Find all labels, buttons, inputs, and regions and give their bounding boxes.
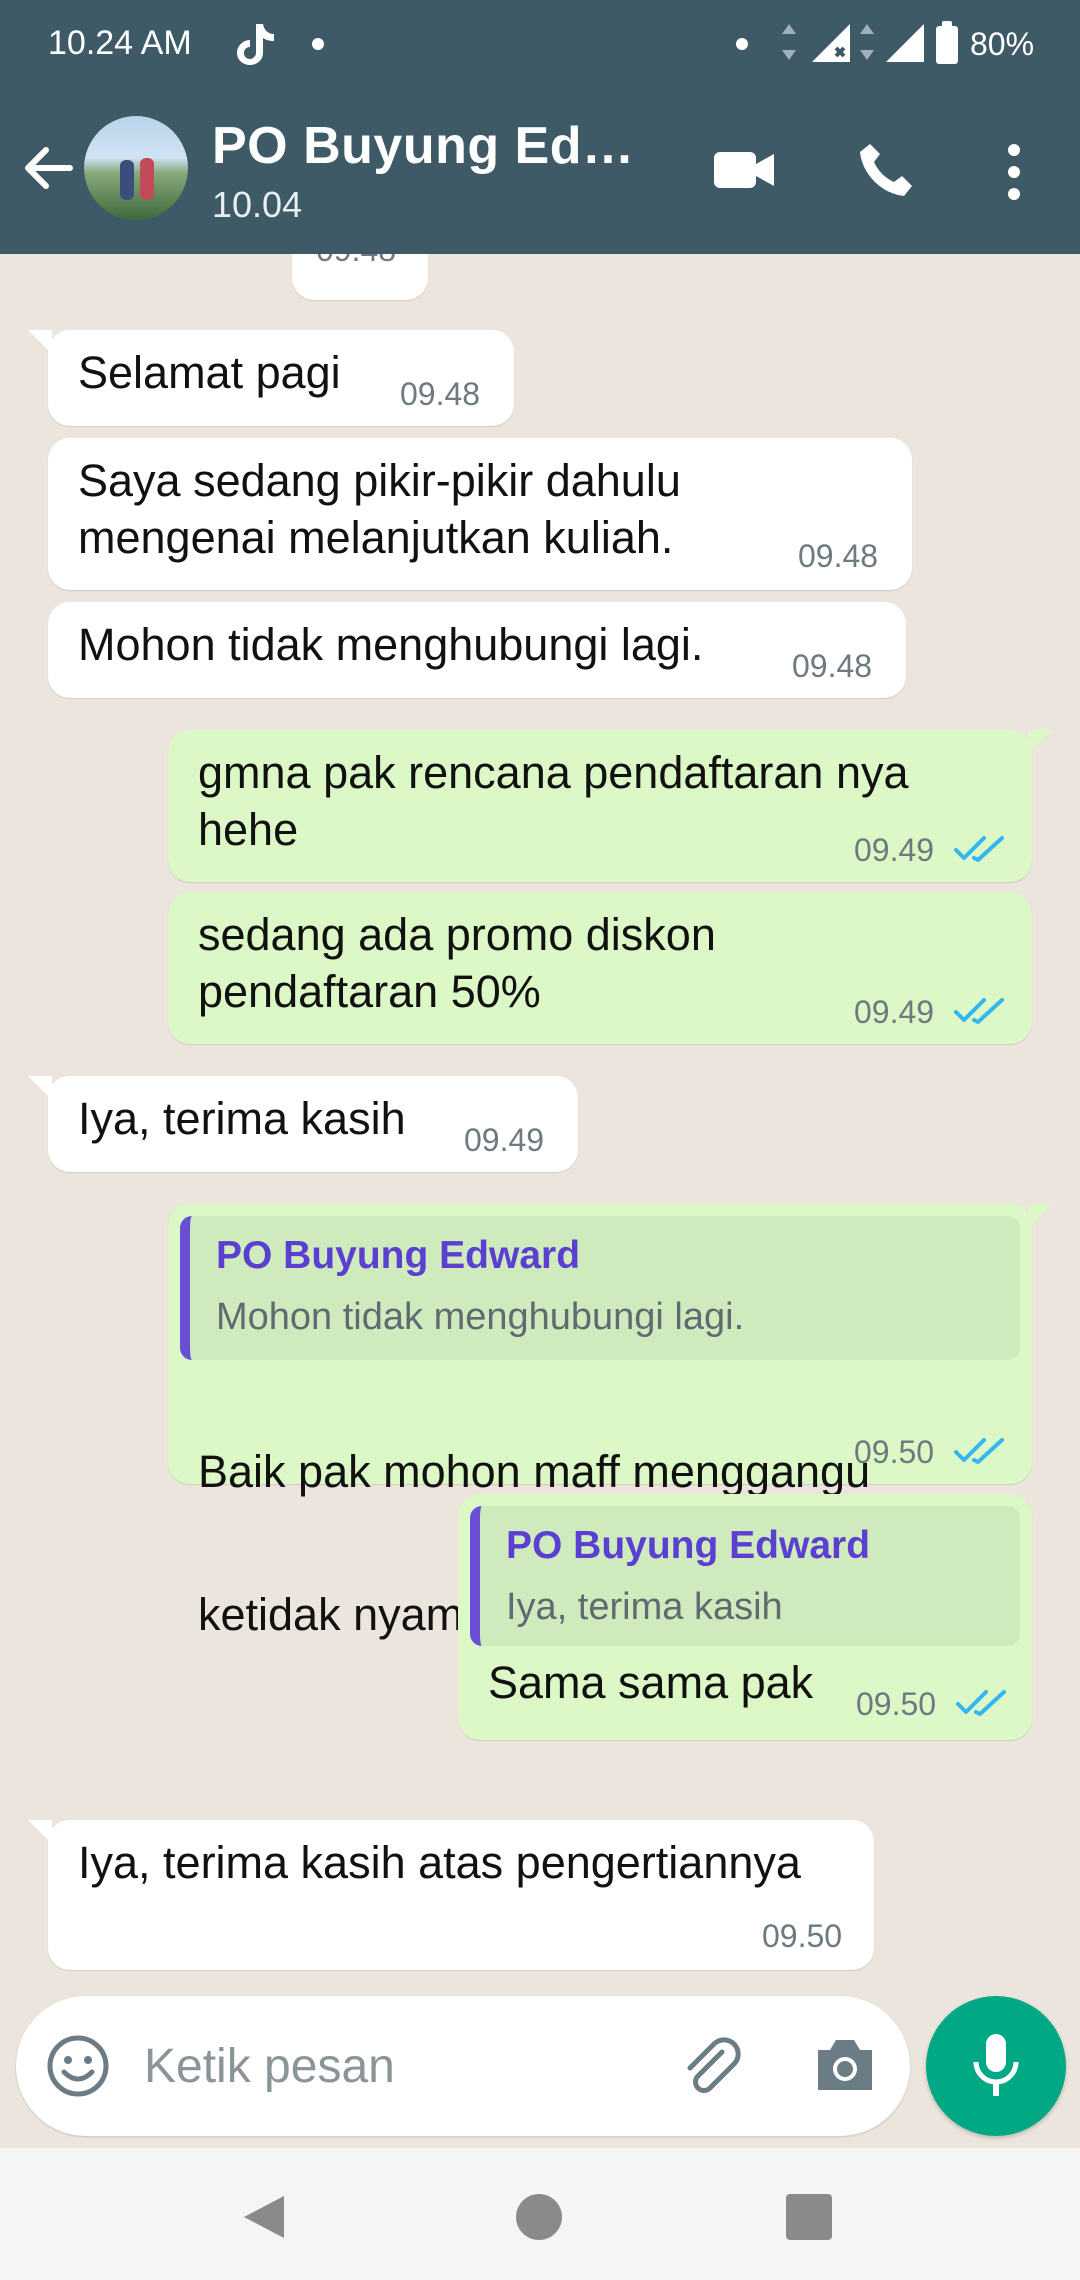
signal-icon — [812, 24, 850, 62]
message-time: 09.50 — [854, 1434, 935, 1470]
video-call-icon[interactable] — [712, 148, 776, 192]
message-bubble-outgoing[interactable]: sedang ada promo diskon pendaftaran 50% … — [168, 892, 1032, 1044]
more-vert-icon[interactable] — [996, 142, 1032, 202]
nav-back-icon[interactable] — [240, 2192, 288, 2242]
emoji-icon[interactable] — [46, 2034, 110, 2098]
system-navigation-bar — [0, 2148, 1080, 2280]
quote-author: PO Buyung Edward — [216, 1234, 581, 1277]
notification-dot — [312, 38, 324, 50]
message-text: Iya, terima kasih atas pengertiannya — [78, 1837, 801, 1888]
status-time: 10.24 AM — [48, 24, 192, 62]
quote-author: PO Buyung Edward — [506, 1524, 871, 1567]
tiktok-icon — [237, 24, 274, 65]
chat-area[interactable]: 09.48 Selamat pagi 09.48 Saya sedang pik… — [0, 254, 1080, 1990]
message-text: sedang ada promo diskon pendaftaran 50% — [198, 909, 716, 1017]
double-check-icon — [954, 1438, 1004, 1464]
last-seen: 10.04 — [212, 184, 303, 225]
message-text: Mohon tidak menghubungi lagi. — [78, 619, 704, 670]
message-text: Selamat pagi — [78, 347, 341, 398]
message-time: 09.48 — [400, 376, 481, 412]
avatar[interactable] — [84, 116, 188, 220]
notification-dot — [736, 38, 748, 50]
data-arrows-icon — [860, 24, 874, 60]
message-bubble-incoming[interactable]: Mohon tidak menghubungi lagi. 09.48 — [48, 602, 906, 698]
double-check-icon — [954, 836, 1004, 862]
message-text: Saya sedang pikir-pikir dahulu mengenai … — [78, 455, 681, 563]
mic-icon — [973, 2034, 1019, 2096]
quote-text: Iya, terima kasih — [506, 1586, 783, 1628]
mic-button[interactable] — [926, 1996, 1066, 2136]
message-time: 09.49 — [854, 994, 935, 1030]
signal-icon — [886, 24, 924, 62]
message-text: Sama sama pak — [488, 1657, 814, 1708]
message-bubble-incoming[interactable]: Selamat pagi 09.48 — [28, 330, 514, 426]
camera-icon[interactable] — [812, 2034, 878, 2094]
battery-icon — [936, 21, 958, 64]
message-bubble-incoming[interactable]: 09.48 — [292, 254, 428, 300]
message-time: 09.48 — [798, 538, 879, 574]
message-bubble-incoming[interactable]: Iya, terima kasih 09.49 — [28, 1076, 578, 1172]
message-time: 09.49 — [464, 1122, 545, 1158]
message-text: Iya, terima kasih — [78, 1093, 406, 1144]
nav-recents-icon[interactable] — [786, 2194, 832, 2240]
message-line: Baik pak mohon maff menggangu — [198, 1446, 871, 1497]
message-bubble-outgoing[interactable]: PO Buyung Edward Mohon tidak menghubungi… — [168, 1204, 1052, 1644]
double-check-icon — [954, 998, 1004, 1024]
message-time: 09.49 — [854, 832, 935, 868]
message-composer — [16, 1996, 910, 2136]
message-text: gmna pak rencana pendaftaran nya hehe — [198, 747, 909, 855]
message-time: 09.48 — [792, 648, 873, 684]
contact-name[interactable]: PO Buyung Edwa... — [212, 116, 672, 176]
top-bar: 10.24 AM 80% PO Buyung Edwa... 10.04 — [0, 0, 1080, 254]
phone-icon[interactable] — [856, 140, 916, 200]
reply-quote[interactable]: PO Buyung Edward Iya, terima kasih — [470, 1506, 1020, 1646]
message-time: 09.50 — [762, 1918, 843, 1954]
chat-header: PO Buyung Edwa... 10.04 — [0, 100, 1080, 254]
attach-icon[interactable] — [676, 2032, 746, 2102]
message-time: 09.50 — [856, 1686, 937, 1722]
message-time: 09.48 — [316, 254, 396, 269]
message-bubble-incoming[interactable]: Iya, terima kasih atas pengertiannya 09.… — [28, 1820, 874, 1970]
battery-percent: 80% — [970, 26, 1035, 62]
message-input[interactable] — [144, 2030, 664, 2102]
quote-text: Mohon tidak menghubungi lagi. — [216, 1296, 745, 1338]
nav-home-icon[interactable] — [516, 2194, 562, 2240]
status-bar: 10.24 AM 80% — [0, 0, 1080, 90]
message-bubble-incoming[interactable]: Saya sedang pikir-pikir dahulu mengenai … — [48, 438, 912, 590]
double-check-icon — [956, 1690, 1006, 1716]
message-bubble-outgoing[interactable]: gmna pak rencana pendaftaran nya hehe 09… — [168, 730, 1052, 882]
message-bubble-outgoing[interactable]: PO Buyung Edward Iya, terima kasih Sama … — [458, 1494, 1032, 1740]
back-arrow-icon[interactable] — [20, 140, 76, 196]
reply-quote[interactable]: PO Buyung Edward Mohon tidak menghubungi… — [180, 1216, 1020, 1360]
data-arrows-icon — [782, 24, 796, 60]
